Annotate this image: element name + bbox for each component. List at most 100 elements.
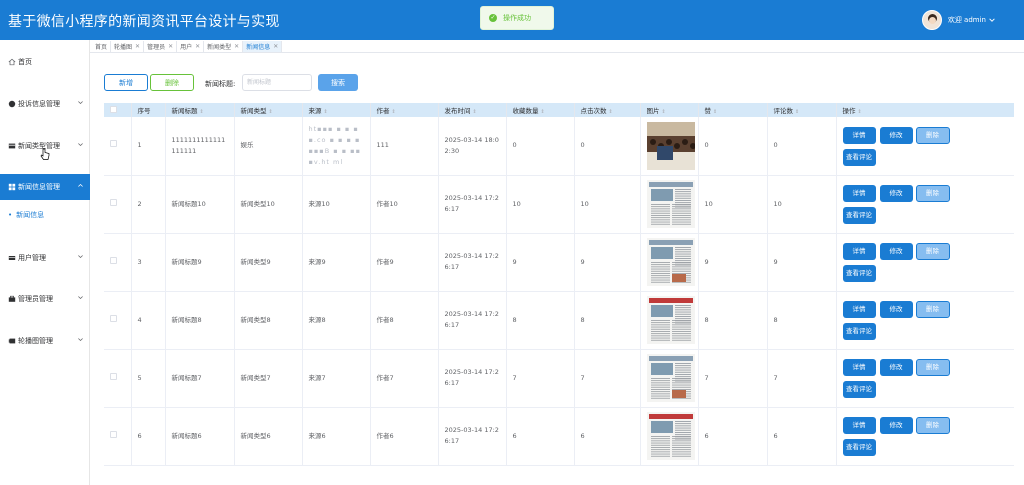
tab-news-info[interactable]: 新闻信息 ✕ xyxy=(243,40,283,52)
edit-button[interactable]: 修改 xyxy=(879,126,913,144)
cell-type: 娱乐 xyxy=(234,117,303,176)
sort-icon[interactable]: ⇕ xyxy=(200,109,204,115)
sort-icon[interactable]: ⇕ xyxy=(269,109,273,115)
news-thumbnail[interactable] xyxy=(646,238,695,286)
column-header[interactable]: 评论数 ⇕ xyxy=(767,103,837,117)
cell-index: 3 xyxy=(131,233,166,292)
delete-button[interactable]: 删除 xyxy=(915,243,950,260)
chevron-up-icon xyxy=(78,183,83,187)
batch-delete-button[interactable]: 删除 xyxy=(150,74,194,91)
close-icon[interactable]: ✕ xyxy=(135,43,140,50)
edit-button[interactable]: 修改 xyxy=(879,359,913,376)
news-thumbnail[interactable] xyxy=(646,180,695,228)
row-checkbox[interactable] xyxy=(110,372,117,380)
cell-image[interactable] xyxy=(640,233,699,292)
edit-button[interactable]: 修改 xyxy=(879,301,913,318)
detail-button[interactable]: 详情 xyxy=(842,417,876,434)
select-all-checkbox[interactable] xyxy=(110,105,117,113)
table-row: 4 新闻标题8 新闻类型8 来源8 作者8 2025-03-14 17:26:1… xyxy=(104,291,1014,350)
delete-button[interactable]: 删除 xyxy=(915,417,950,434)
delete-button[interactable]: 删除 xyxy=(915,126,950,144)
cell-image[interactable] xyxy=(640,291,699,350)
row-checkbox[interactable] xyxy=(110,140,117,148)
news-thumbnail[interactable] xyxy=(646,296,695,344)
sort-icon[interactable]: ⇕ xyxy=(795,109,799,115)
delete-button[interactable]: 删除 xyxy=(915,301,950,318)
edit-button[interactable]: 修改 xyxy=(879,243,913,260)
close-icon[interactable]: ✕ xyxy=(234,43,239,50)
sort-icon[interactable]: ⇕ xyxy=(541,109,545,115)
tab-users[interactable]: 用户 ✕ xyxy=(177,40,205,52)
column-header[interactable]: 收藏数量 ⇕ xyxy=(506,103,575,117)
row-checkbox[interactable] xyxy=(110,198,117,206)
tab-home[interactable]: 首页 xyxy=(92,40,112,52)
detail-button[interactable]: 详情 xyxy=(842,301,876,318)
search-input[interactable] xyxy=(242,74,312,91)
column-header[interactable]: 发布时间 ⇕ xyxy=(438,103,507,117)
news-thumbnail[interactable] xyxy=(646,354,695,402)
detail-button[interactable]: 详情 xyxy=(842,126,876,144)
add-button[interactable]: 新增 xyxy=(104,74,148,91)
sort-icon[interactable]: ⇕ xyxy=(473,109,477,115)
detail-button[interactable]: 详情 xyxy=(842,243,876,260)
view-comments-button[interactable]: 查看评论 xyxy=(842,207,876,224)
cell-image[interactable] xyxy=(640,407,699,466)
column-header[interactable]: 赞 ⇕ xyxy=(698,103,768,117)
sidebar-item-complaints[interactable]: 投诉信息管理 xyxy=(0,91,90,117)
row-checkbox[interactable] xyxy=(110,256,117,264)
chevron-down-icon xyxy=(78,101,83,105)
sort-icon[interactable]: ⇕ xyxy=(392,109,396,115)
sort-icon[interactable]: ⇕ xyxy=(662,109,666,115)
sort-icon[interactable]: ⇕ xyxy=(858,109,862,115)
view-comments-button[interactable]: 查看评论 xyxy=(842,439,876,456)
cell-index: 6 xyxy=(131,407,166,466)
sidebar-item-admins[interactable]: 管理员管理 xyxy=(0,286,90,312)
tab-carousel[interactable]: 轮播图 ✕ xyxy=(111,40,145,52)
close-icon[interactable]: ✕ xyxy=(195,43,200,50)
search-button[interactable]: 搜索 xyxy=(318,74,358,91)
view-comments-button[interactable]: 查看评论 xyxy=(842,265,876,282)
cell-image[interactable] xyxy=(640,349,699,408)
close-icon[interactable]: ✕ xyxy=(273,43,278,50)
column-header[interactable]: 点击次数 ⇕ xyxy=(574,103,641,117)
delete-button[interactable]: 删除 xyxy=(915,185,950,202)
cell-image[interactable] xyxy=(640,175,699,234)
news-thumbnail[interactable] xyxy=(646,412,695,460)
sort-icon[interactable]: ⇕ xyxy=(713,109,717,115)
tab-news-types[interactable]: 新闻类型 ✕ xyxy=(204,40,244,52)
row-checkbox[interactable] xyxy=(110,430,117,438)
sidebar-subitem-news-info[interactable]: • 新闻信息 xyxy=(0,205,90,225)
welcome-text: 欢迎 admin xyxy=(947,16,986,24)
column-header[interactable]: 图片 ⇕ xyxy=(640,103,699,117)
row-checkbox[interactable] xyxy=(110,314,117,322)
cell-clicks: 0 xyxy=(574,117,641,176)
edit-button[interactable]: 修改 xyxy=(879,417,913,434)
cell-image[interactable] xyxy=(640,117,699,176)
sort-icon[interactable]: ⇕ xyxy=(324,109,328,115)
delete-button[interactable]: 删除 xyxy=(915,359,950,376)
view-comments-button[interactable]: 查看评论 xyxy=(842,323,876,340)
column-header[interactable]: 作者 ⇕ xyxy=(370,103,439,117)
user-menu[interactable]: 欢迎 admin xyxy=(921,10,996,30)
column-header[interactable]: 新闻标题 ⇕ xyxy=(165,103,235,117)
tab-admins[interactable]: 管理员 ✕ xyxy=(144,40,178,52)
detail-button[interactable]: 详情 xyxy=(842,359,876,376)
cell-author: 作者6 xyxy=(370,407,439,466)
edit-button[interactable]: 修改 xyxy=(879,185,913,202)
column-header[interactable]: 操作 ⇕ xyxy=(836,103,1014,117)
view-comments-button[interactable]: 查看评论 xyxy=(842,381,876,398)
sidebar-item-news-info[interactable]: 新闻信息管理 xyxy=(0,174,90,200)
admin-icon xyxy=(8,295,16,302)
avatar[interactable] xyxy=(921,10,942,30)
close-icon[interactable]: ✕ xyxy=(168,43,173,50)
sidebar-item-users[interactable]: 用户管理 xyxy=(0,245,90,271)
detail-button[interactable]: 详情 xyxy=(842,185,876,202)
sidebar-item-home[interactable]: 首页 xyxy=(0,49,90,75)
column-header[interactable]: 新闻类型 ⇕ xyxy=(234,103,303,117)
news-thumbnail[interactable] xyxy=(646,121,695,170)
cell-index: 4 xyxy=(131,291,166,350)
sort-icon[interactable]: ⇕ xyxy=(609,109,613,115)
column-header[interactable]: 来源 ⇕ xyxy=(302,103,371,117)
view-comments-button[interactable]: 查看评论 xyxy=(842,148,876,166)
sidebar-item-carousel[interactable]: 轮播图管理 xyxy=(0,328,90,354)
